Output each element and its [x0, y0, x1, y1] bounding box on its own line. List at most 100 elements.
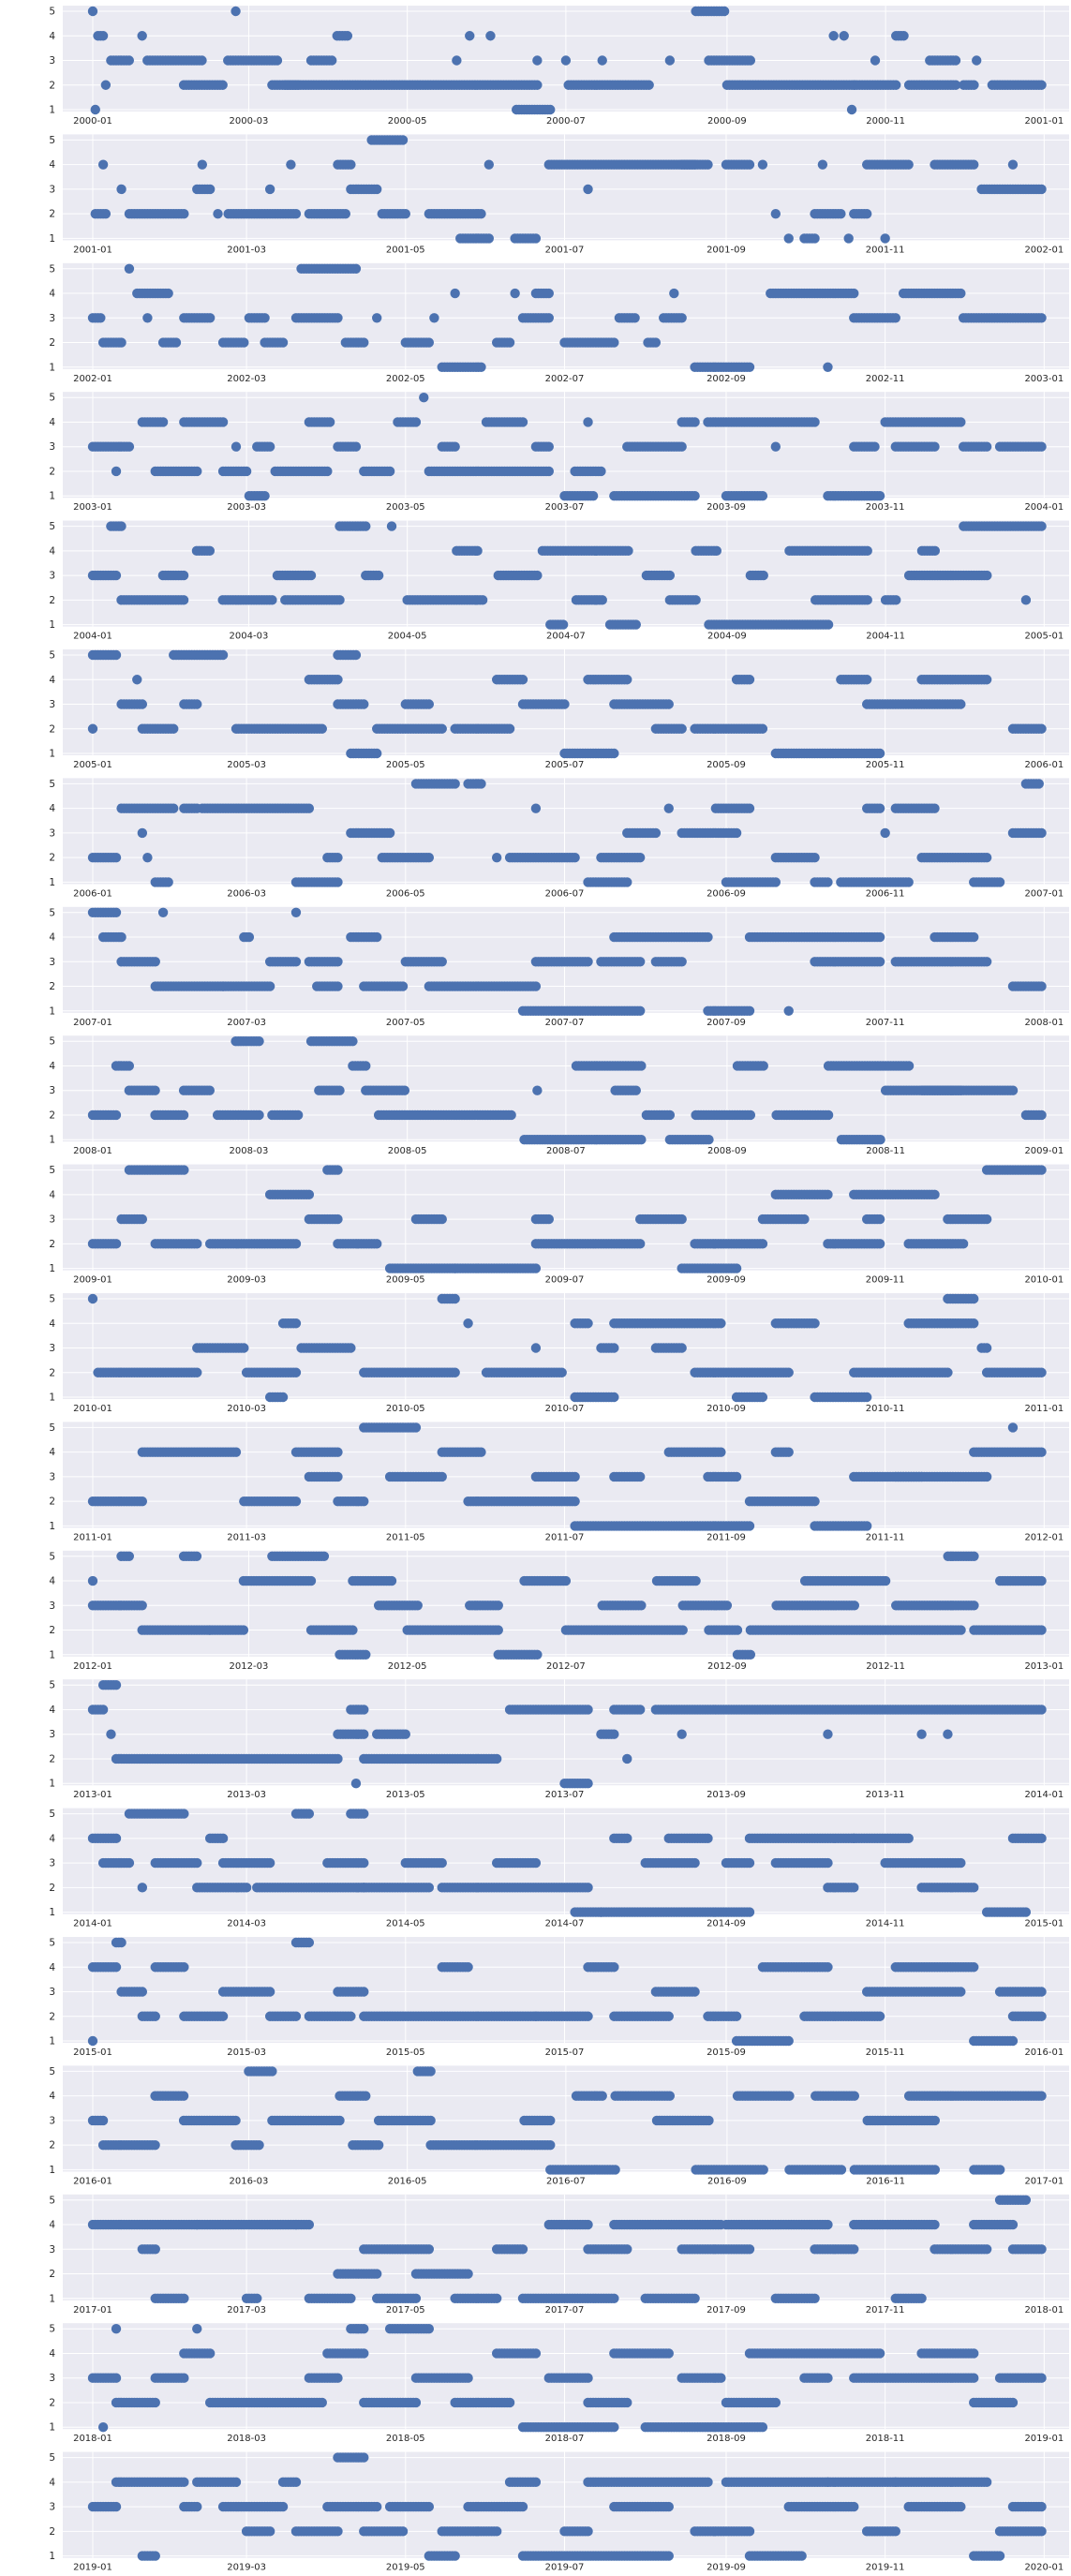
data-point — [179, 1165, 189, 1175]
data-point — [930, 803, 940, 813]
data-point — [757, 1392, 768, 1403]
x-tick-label: 2009-03 — [227, 1275, 266, 1286]
x-tick-label: 2009-05 — [386, 1275, 425, 1286]
y-tick-label: 3 — [49, 571, 55, 582]
x-tick-label: 2006-01 — [73, 888, 112, 899]
data-point — [890, 313, 900, 323]
data-point — [424, 337, 435, 348]
x-tick-label: 2006-05 — [386, 888, 425, 899]
data-point — [100, 208, 112, 219]
y-tick-label: 3 — [49, 699, 55, 710]
data-point — [359, 337, 369, 348]
data-point — [290, 1367, 302, 1377]
data-point — [116, 521, 126, 531]
data-point — [179, 208, 189, 219]
x-tick-label: 2004-03 — [230, 632, 269, 642]
data-point — [994, 877, 1005, 887]
data-point — [903, 1061, 915, 1071]
data-point — [476, 208, 486, 219]
x-tick-label: 2006-01 — [1024, 760, 1064, 770]
data-point — [217, 417, 229, 427]
data-point — [530, 1343, 542, 1353]
data-point — [305, 570, 317, 581]
x-tick-label: 2008-09 — [707, 1146, 747, 1156]
data-point — [810, 852, 820, 863]
data-point — [424, 699, 435, 709]
x-tick-label: 2009-11 — [866, 1275, 905, 1286]
data-point — [483, 233, 495, 244]
x-tick-label: 2001-11 — [866, 245, 905, 255]
data-point — [823, 877, 833, 887]
data-point — [644, 80, 654, 90]
y-tick-label: 1 — [49, 105, 55, 116]
data-point — [823, 362, 833, 372]
data-point — [397, 981, 409, 991]
data-point — [372, 1239, 382, 1249]
data-point — [192, 1367, 202, 1377]
data-point — [969, 931, 979, 943]
y-tick-label: 3 — [49, 184, 55, 195]
data-point — [419, 393, 429, 403]
data-point — [254, 1036, 264, 1047]
data-point — [823, 1189, 833, 1200]
data-point — [622, 877, 632, 887]
data-point — [504, 337, 515, 348]
data-point — [1034, 779, 1044, 789]
data-point — [264, 981, 275, 991]
x-tick-label: 2002-11 — [866, 374, 905, 384]
data-point — [758, 1061, 768, 1071]
data-point — [163, 288, 173, 299]
y-tick-label: 2 — [49, 209, 55, 220]
data-point — [485, 31, 496, 41]
data-point — [870, 441, 880, 452]
data-point — [704, 1135, 714, 1145]
data-point — [342, 31, 353, 41]
data-point — [828, 31, 839, 41]
data-point — [264, 184, 275, 195]
data-point — [972, 55, 982, 66]
chart-panel-2009: 123452009-01 2009-03 2009-05 2009-07 2009-09… — [49, 1164, 1069, 1286]
x-tick-label: 2005-05 — [386, 760, 425, 770]
data-point — [899, 31, 909, 41]
data-point — [286, 159, 296, 170]
data-point — [744, 362, 755, 372]
data-point — [241, 466, 252, 477]
data-point — [558, 619, 569, 630]
data-point — [254, 1109, 264, 1121]
data-point — [450, 1367, 460, 1377]
data-point — [874, 803, 885, 813]
y-tick-label: 4 — [49, 932, 55, 944]
data-point — [373, 570, 384, 581]
x-tick-label: 2000-05 — [388, 116, 427, 127]
data-point — [570, 852, 580, 863]
data-point — [111, 466, 122, 477]
y-tick-label: 5 — [49, 135, 55, 146]
data-point — [137, 827, 148, 839]
data-point — [290, 1318, 302, 1329]
data-point — [532, 55, 543, 66]
data-point — [634, 852, 646, 863]
data-point — [491, 852, 502, 863]
data-point — [930, 545, 941, 557]
data-point — [669, 288, 679, 299]
x-tick-label: 2000-01 — [73, 116, 112, 127]
data-point — [437, 957, 447, 967]
data-point — [1007, 159, 1019, 170]
y-tick-label: 1 — [49, 1392, 55, 1404]
data-point — [731, 827, 742, 839]
data-point — [817, 159, 828, 170]
x-tick-label: 2008-01 — [73, 1146, 112, 1156]
data-point — [810, 1318, 820, 1329]
data-point — [217, 649, 229, 661]
y-tick-label: 2 — [49, 466, 55, 477]
data-point — [97, 31, 109, 41]
y-tick-label: 5 — [49, 1036, 55, 1048]
x-tick-label: 2000-11 — [866, 116, 905, 127]
data-point — [1036, 827, 1047, 839]
data-point — [757, 159, 768, 170]
data-point — [111, 570, 122, 581]
data-point — [810, 233, 820, 244]
plot-area — [63, 1164, 1069, 1271]
data-point — [476, 362, 486, 372]
x-tick-label: 2009-07 — [545, 1275, 585, 1286]
